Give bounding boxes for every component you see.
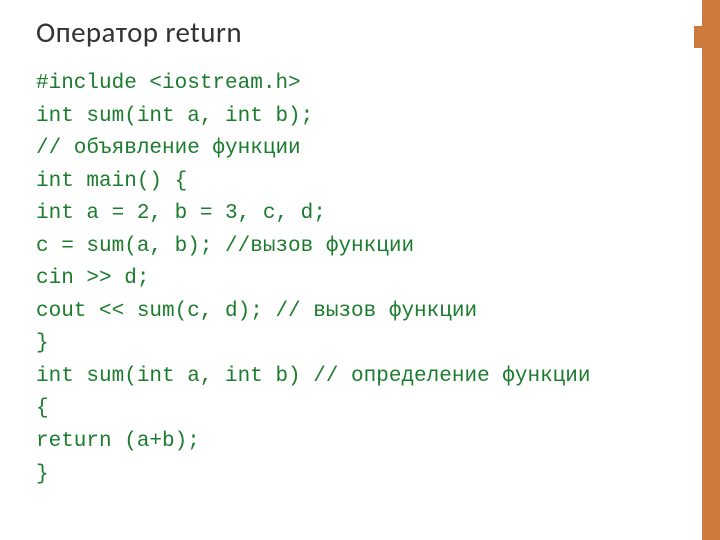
- slide-title: Оператор return: [36, 14, 684, 50]
- code-line: }: [36, 332, 49, 355]
- code-block: #include <iostream.h> int sum(int a, int…: [36, 68, 684, 491]
- code-line: int sum(int a, int b);: [36, 105, 313, 128]
- accent-tick: [694, 26, 702, 48]
- code-line: с = sum(a, b); //вызов функции: [36, 235, 414, 258]
- slide-content: Оператор return #include <iostream.h> in…: [0, 0, 720, 540]
- code-line: // объявление функции: [36, 137, 301, 160]
- code-line: return (a+b);: [36, 430, 200, 453]
- code-line: int main() {: [36, 170, 187, 193]
- code-line: int sum(int a, int b) // определение фун…: [36, 365, 591, 388]
- code-line: #include <iostream.h>: [36, 72, 301, 95]
- code-line: cin >> d;: [36, 267, 149, 290]
- code-line: int а = 2, b = 3, с, d;: [36, 202, 326, 225]
- code-line: }: [36, 463, 49, 486]
- accent-bar: [702, 0, 720, 540]
- code-line: {: [36, 397, 49, 420]
- code-line: cout << sum(c, d); // вызов функции: [36, 300, 477, 323]
